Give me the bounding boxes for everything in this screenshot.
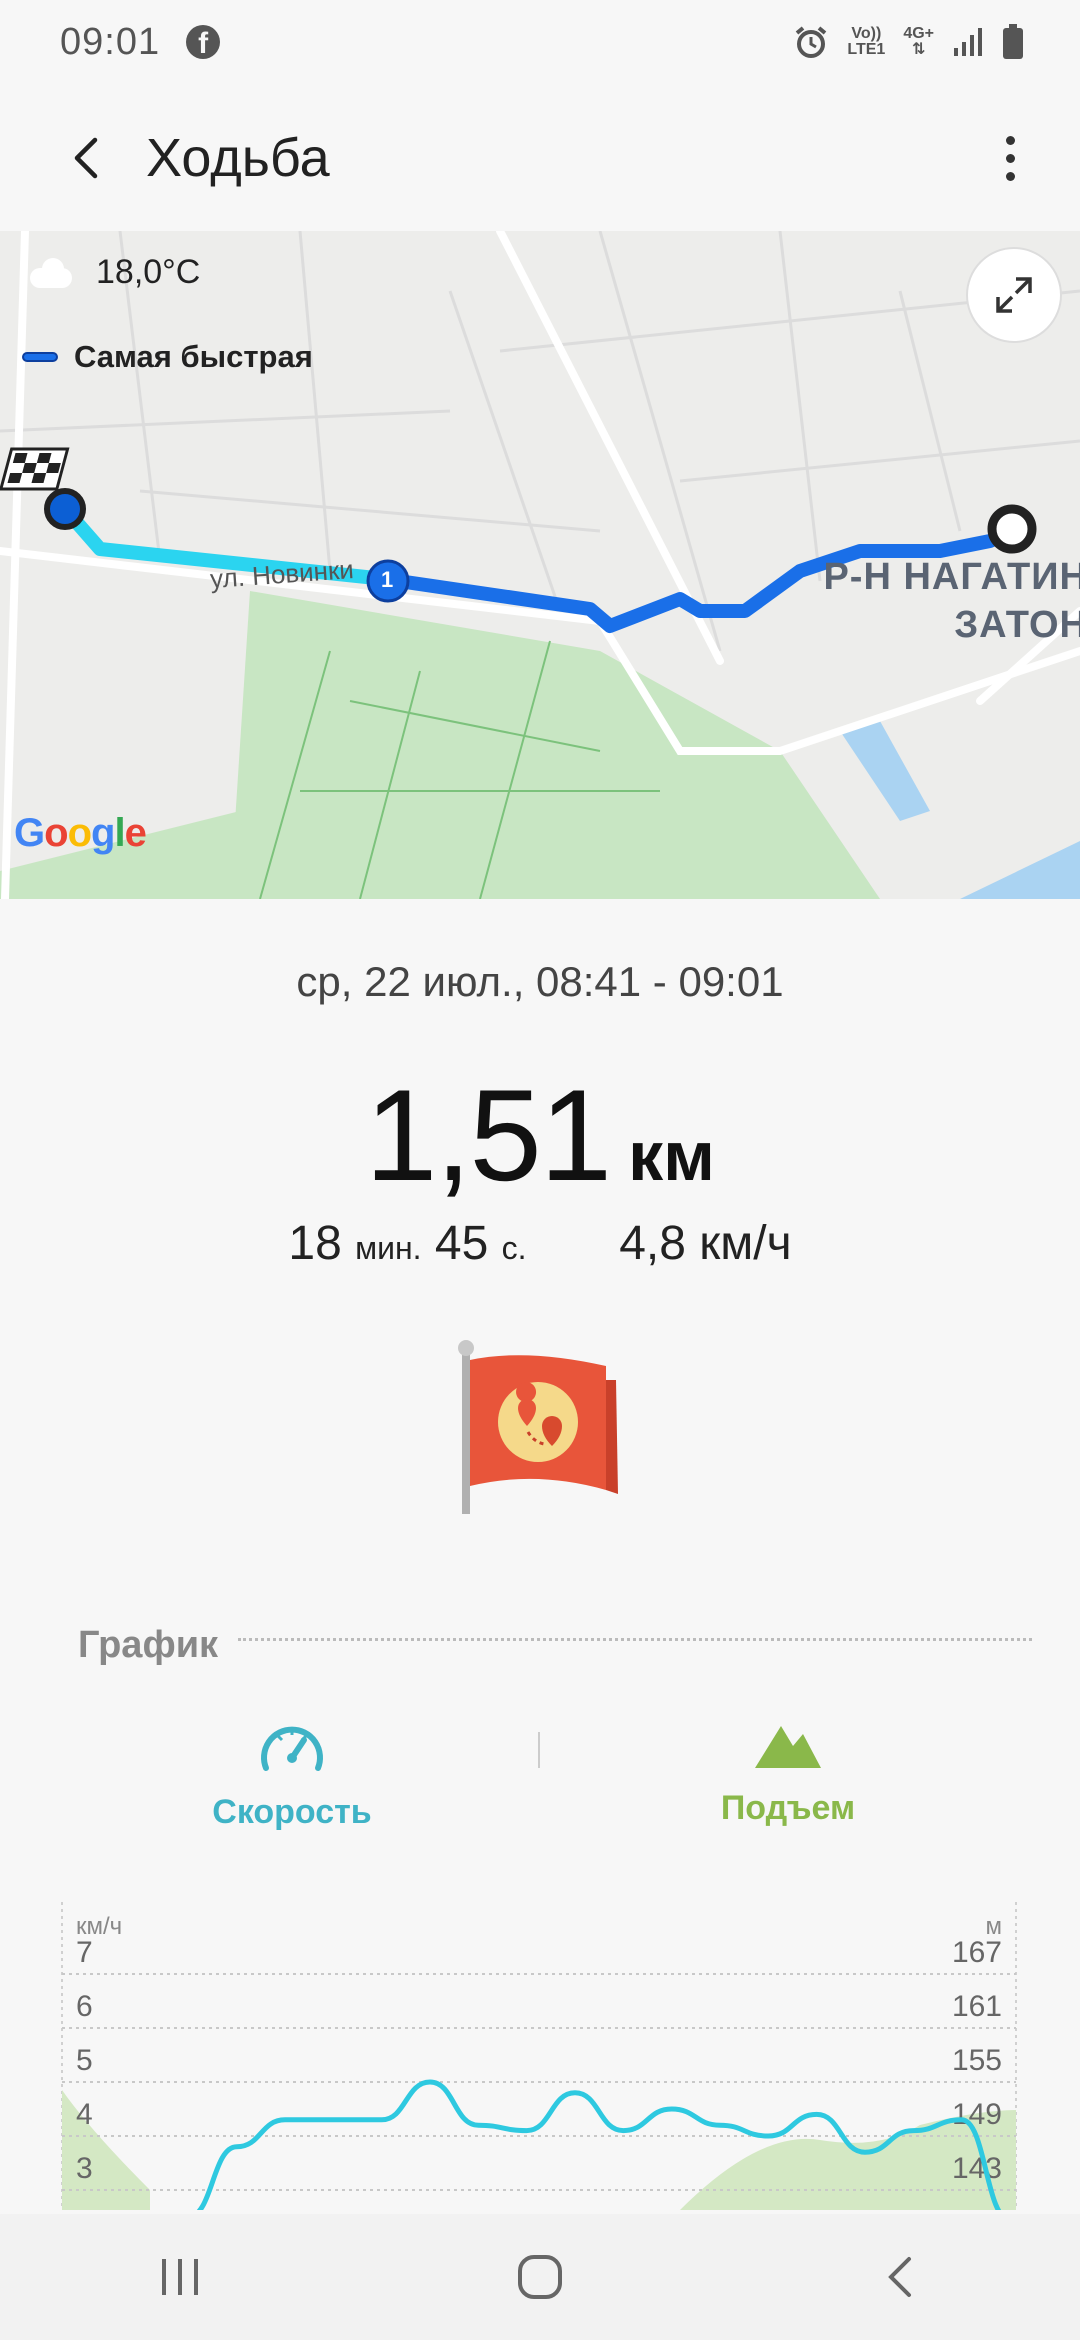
route-legend-label: Самая быстрая (74, 339, 313, 374)
expand-icon (996, 277, 1032, 313)
nav-back-button[interactable] (840, 2227, 960, 2327)
tab-speed-label: Скорость (212, 1793, 372, 1831)
expand-map-button[interactable] (966, 247, 1062, 343)
page-title: Ходьба (146, 128, 330, 188)
speedometer-icon (261, 1726, 323, 1771)
district-label-line2: ЗАТОН (954, 604, 1080, 646)
volte-label: Vo)) (851, 25, 882, 42)
back-arrow-icon (74, 137, 98, 179)
status-bar: 09:01 f Vo)) LTE1 4G+ ⇅ (0, 0, 1080, 84)
nav-back-icon (888, 2257, 911, 2297)
home-icon (518, 2255, 562, 2299)
google-logo: Google (14, 811, 147, 855)
more-dot (1005, 135, 1015, 145)
mountain-icon (755, 1726, 821, 1768)
alarm-icon (796, 26, 827, 58)
route-legend-swatch (22, 352, 58, 362)
more-dot (1005, 171, 1015, 181)
y-left-tick-label: 3 (76, 2152, 93, 2185)
y-left-tick-label: 5 (76, 2044, 93, 2077)
volte-indicator: Vo)) LTE1 (847, 26, 885, 58)
y-left-tick-label: 6 (76, 1990, 93, 2023)
lte-label: LTE1 (847, 41, 886, 58)
park-area (230, 591, 880, 899)
water-area (960, 841, 1080, 899)
app-header: Ходьба (0, 84, 1080, 232)
district-label-line1: Р-Н НАГАТИН (823, 556, 1080, 598)
finish-flag-icon (0, 447, 70, 491)
distance-display: 1,51 км (0, 1060, 1080, 1210)
distance-unit: км (628, 1117, 715, 1195)
system-navigation-bar (0, 2214, 1080, 2340)
water-pond (840, 721, 930, 821)
battery-icon (1003, 24, 1023, 59)
y-right-tick-label: 149 (952, 2098, 1002, 2131)
tab-elevation-label: Подъем (720, 1789, 856, 1827)
workout-stats: 18 мин. 45 с. 4,8 км/ч (0, 1216, 1080, 1271)
route-map[interactable]: 1 18,0°C Самая быстрая ул. Новинки Р-Н Н… (0, 231, 1080, 899)
y-right-tick-label: 167 (952, 1936, 1002, 1969)
status-time: 09:01 (60, 20, 161, 63)
y-left-tick-label: 7 (76, 1936, 93, 1969)
workout-date-range: ср, 22 июл., 08:41 - 09:01 (296, 958, 784, 1005)
facebook-notification-icon: f (186, 25, 221, 59)
average-speed: 4,8 км/ч (619, 1217, 792, 1270)
district-label: Р-Н НАГАТИН ЗАТОН (823, 553, 1080, 649)
y-left-tick-label: 4 (76, 2098, 93, 2131)
graph-section-title: График (78, 1624, 219, 1666)
cloud-icon (28, 257, 74, 288)
duration-seconds: 45 (434, 1217, 489, 1270)
route-flag-icon (458, 1340, 618, 1514)
network-type: 4G+ ⇅ (903, 26, 934, 58)
tab-divider (538, 1732, 540, 1768)
duration-minutes: 18 (288, 1217, 342, 1270)
more-options-button[interactable] (980, 128, 1040, 188)
signal-icon (954, 28, 982, 56)
tab-speed[interactable]: Скорость (142, 1718, 442, 1832)
status-icons: Vo)) LTE1 4G+ ⇅ (793, 24, 1024, 60)
weather-temperature: 18,0°C (96, 253, 201, 291)
recents-icon (162, 2259, 198, 2295)
y-right-tick-label: 143 (952, 2152, 1002, 2185)
km-marker-label: 1 (381, 567, 394, 592)
data-arrows-icon: ⇅ (911, 41, 926, 58)
network-type-label: 4G+ (903, 25, 934, 42)
tab-elevation[interactable]: Подъем (638, 1718, 938, 1828)
route-legend: Самая быстрая (22, 339, 313, 375)
y-right-tick-label: 155 (952, 2044, 1002, 2077)
distance-value: 1,51 (365, 1062, 612, 1208)
weather-info: 18,0°C (28, 253, 200, 292)
start-marker (44, 488, 86, 530)
end-marker (987, 504, 1037, 554)
more-dot (1005, 153, 1015, 163)
section-divider (238, 1638, 1032, 1641)
home-button[interactable] (480, 2227, 600, 2327)
back-button[interactable] (52, 123, 122, 193)
speed-elevation-chart[interactable]: км/ч м7 1676 1615 1554 1493 143 (0, 1890, 1080, 2210)
seconds-label: с. (501, 1230, 527, 1266)
recents-button[interactable] (120, 2227, 240, 2327)
minutes-label: мин. (355, 1230, 422, 1266)
y-right-tick-label: 161 (952, 1990, 1002, 2023)
